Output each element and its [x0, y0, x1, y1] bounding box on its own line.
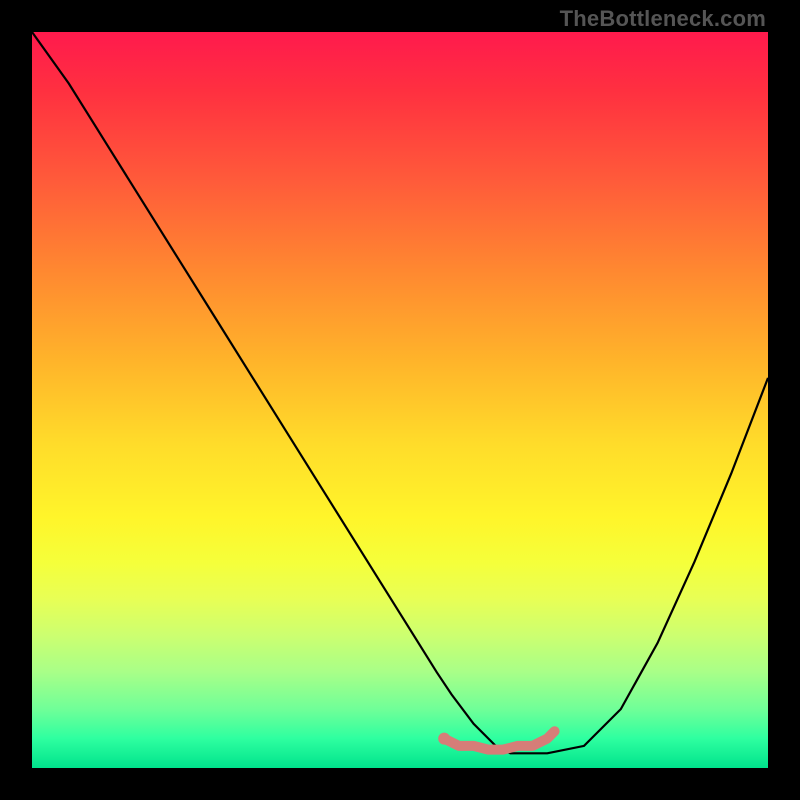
marker-dot — [438, 733, 450, 745]
chart-frame: TheBottleneck.com — [0, 0, 800, 800]
plot-area — [32, 32, 768, 768]
chart-svg — [32, 32, 768, 768]
bottleneck-curve-path — [32, 32, 768, 753]
flat-segment-path — [444, 731, 554, 749]
watermark-text: TheBottleneck.com — [560, 6, 766, 32]
